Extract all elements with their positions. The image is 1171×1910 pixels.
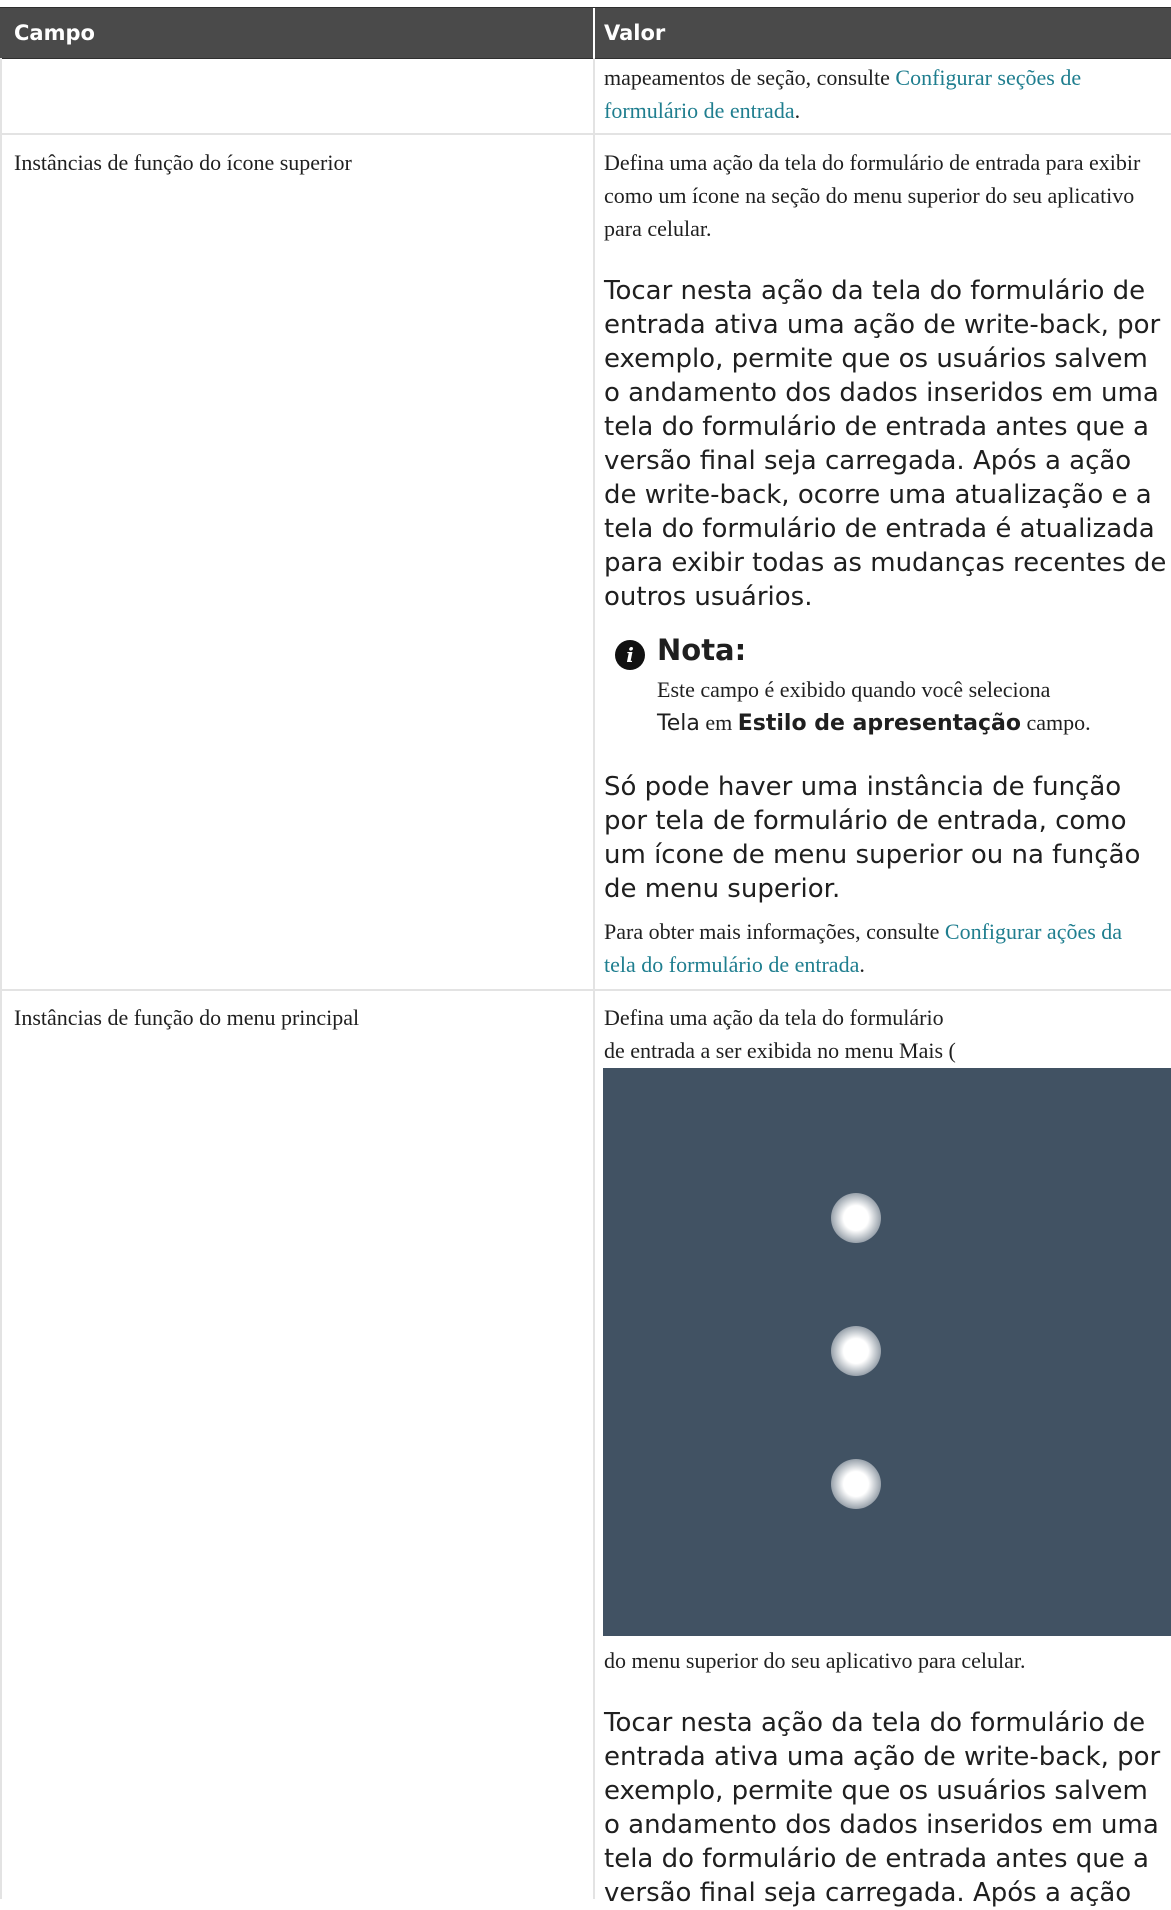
- info-icon: i: [615, 640, 645, 670]
- column-divider: [593, 58, 595, 1899]
- note-title: Nota:: [657, 633, 747, 667]
- header-campo: Campo: [14, 21, 95, 45]
- row1-paragraph: Tocar nesta ação da tela do formulário d…: [604, 276, 1167, 612]
- more-vertical-icon: [603, 1068, 1171, 1636]
- row0-value: mapeamentos de seção, consulte Configura…: [604, 65, 1082, 123]
- row1-field: Instâncias de função do ícone superior: [14, 150, 352, 175]
- row-divider: [0, 989, 1171, 991]
- row1-more-info: Para obter mais informações, consulte Co…: [604, 919, 1123, 977]
- header-divider: [593, 8, 595, 58]
- properties-table: Campo Valor mapeamentos de seção, consul…: [0, 0, 1171, 1908]
- header-valor: Valor: [604, 21, 666, 45]
- dot: [831, 1193, 881, 1243]
- row-divider: [0, 133, 1171, 135]
- dot: [831, 1326, 881, 1376]
- left-border: [0, 58, 2, 1899]
- ui-label-estilo: Estilo de apresentação: [737, 711, 1021, 736]
- row1-paragraph-2: Só pode haver uma instância de função po…: [604, 772, 1141, 904]
- table-header: Campo Valor: [0, 7, 1171, 59]
- row2-paragraph: Tocar nesta ação da tela do formulário d…: [604, 1708, 1161, 1908]
- row2-field: Instâncias de função do menu principal: [14, 1005, 360, 1030]
- row2-description: Defina uma ação da tela do formulário de…: [604, 1005, 956, 1063]
- row2-description-end: do menu superior do seu aplicativo para …: [604, 1648, 1026, 1673]
- row1-description: Defina uma ação da tela do formulário de…: [604, 150, 1141, 241]
- note-body: Este campo é exibido quando você selecio…: [657, 677, 1091, 736]
- ui-label-tela: Tela: [657, 711, 700, 736]
- dot: [831, 1459, 881, 1509]
